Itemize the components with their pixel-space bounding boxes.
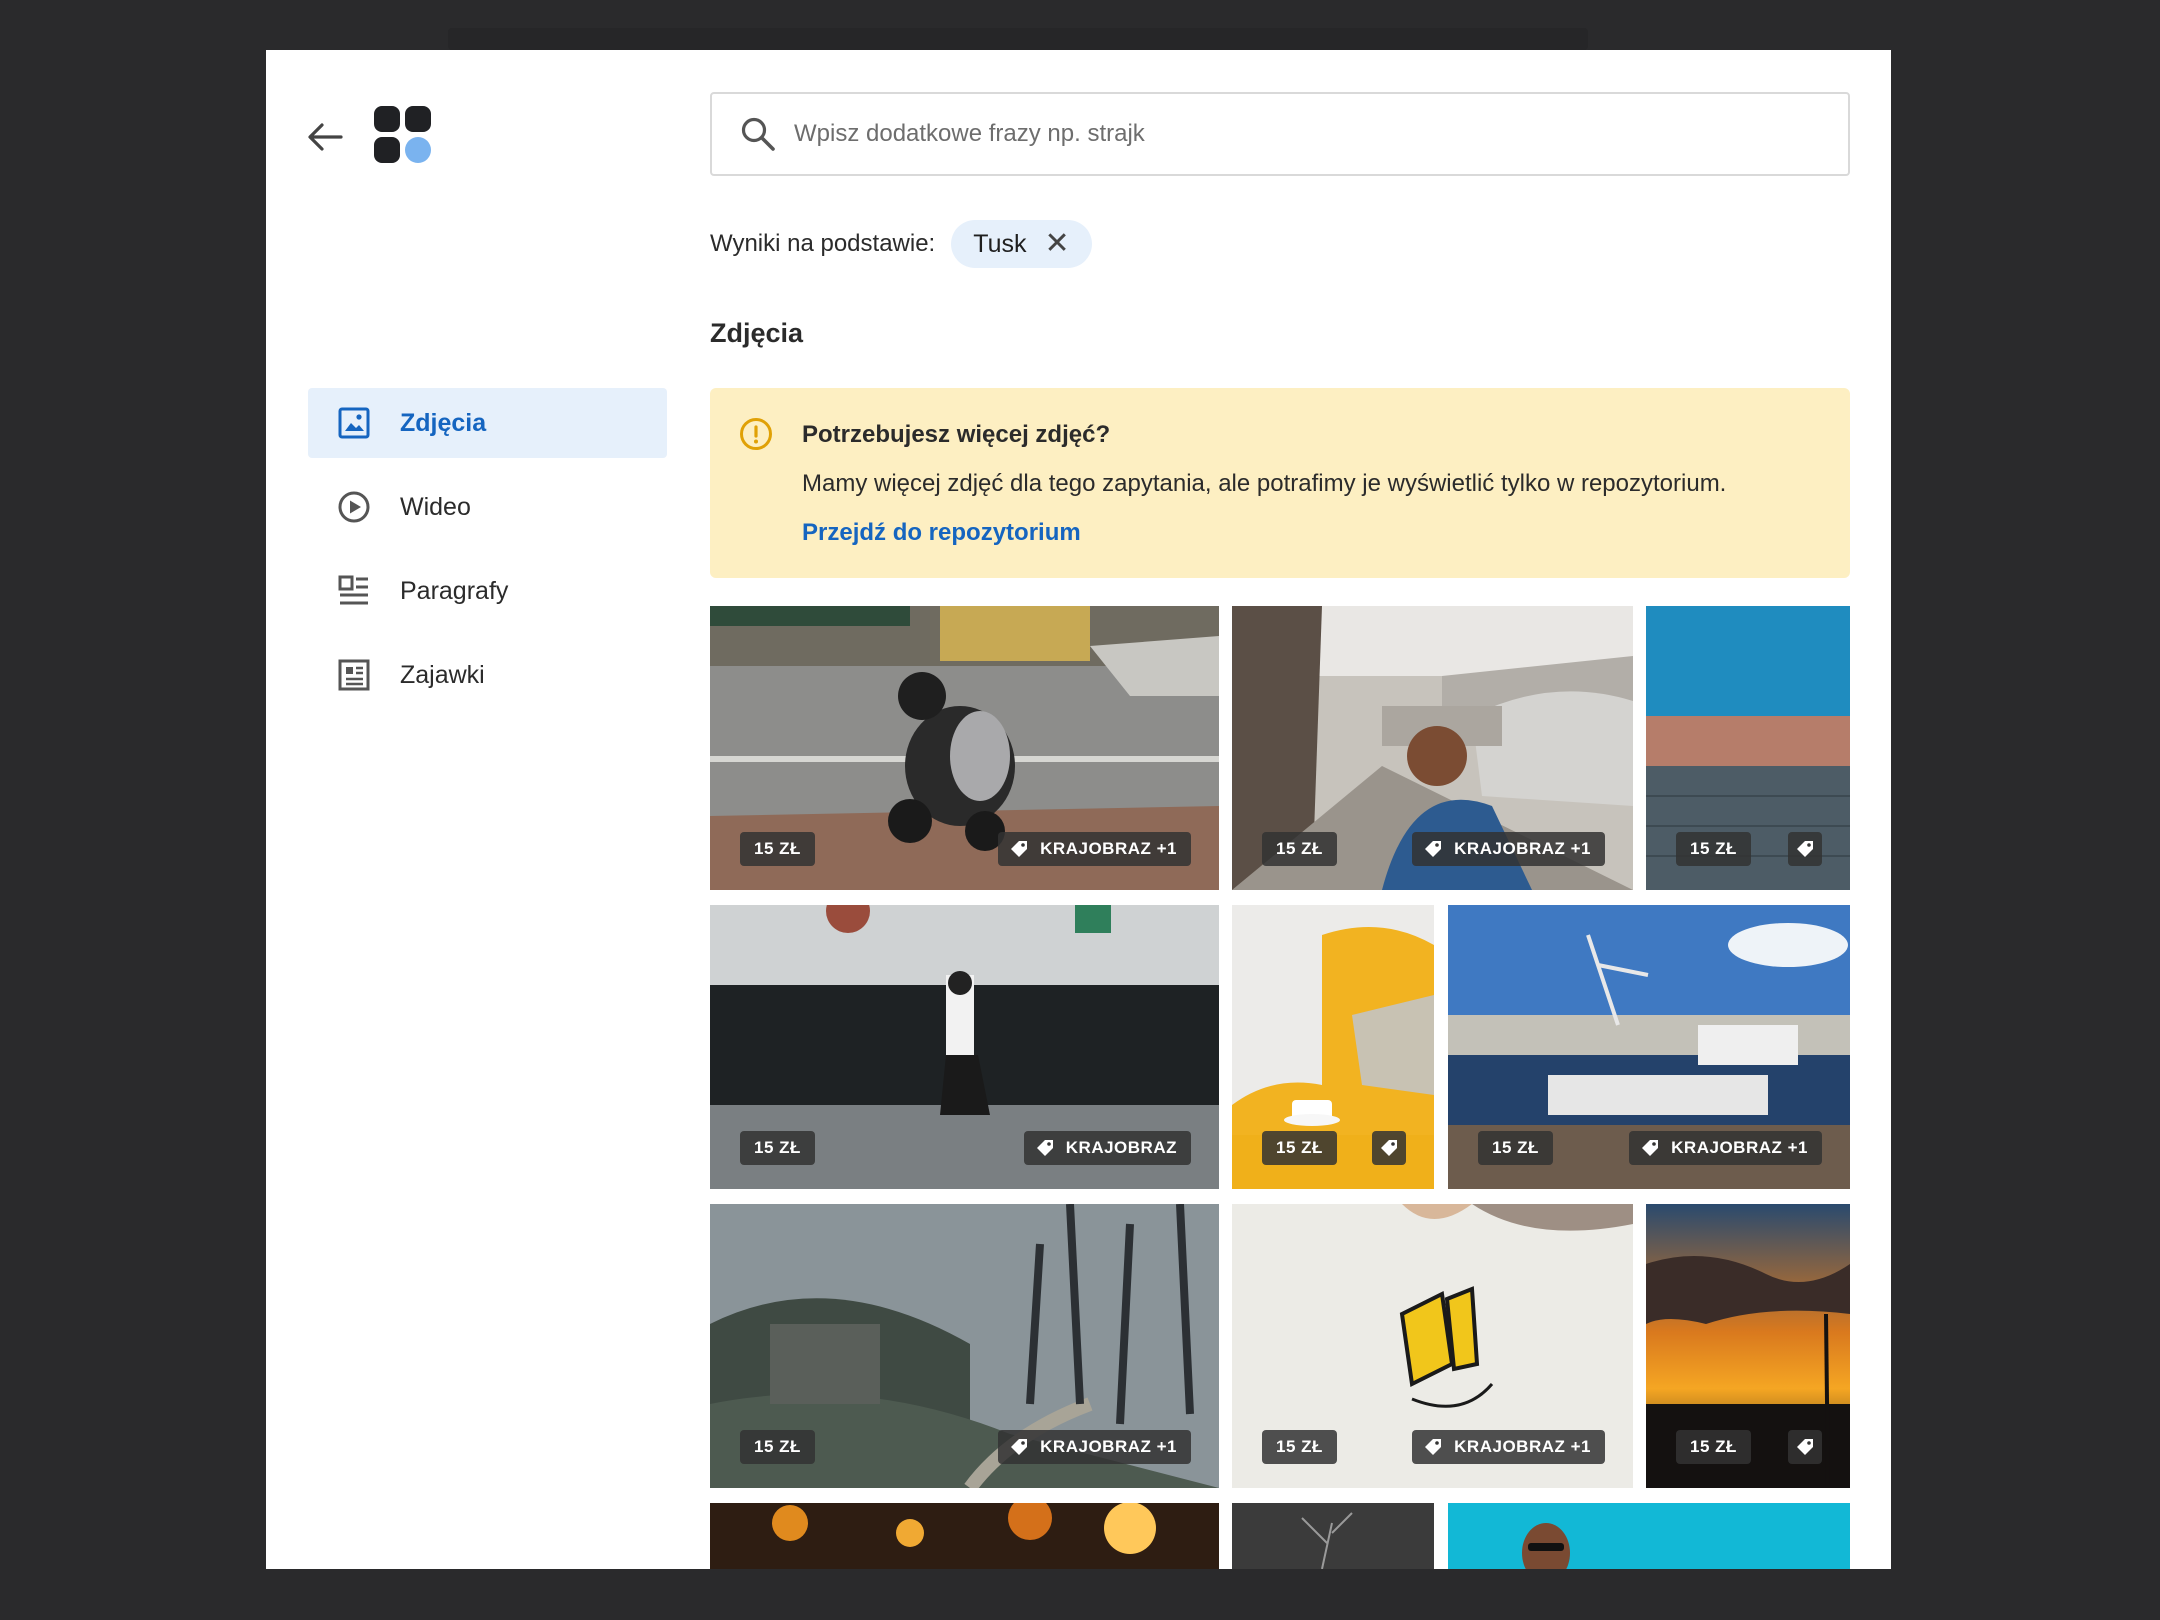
info-icon: [740, 418, 772, 450]
tag-label: KRAJOBRAZ +1: [1454, 1437, 1591, 1456]
photo-boy-street[interactable]: 15 ZŁ KRAJOBRAZ +1: [1232, 606, 1633, 890]
sidebar-item-paragrafy[interactable]: Paragrafy: [308, 556, 667, 626]
tag-icon: [1794, 838, 1816, 860]
photo-foggy-forest[interactable]: 15 ZŁ KRAJOBRAZ +1: [710, 1204, 1219, 1488]
sidebar-item-label: Wideo: [400, 492, 471, 521]
photo-yellow-chair[interactable]: 15 ZŁ: [1232, 905, 1434, 1189]
section-title: Zdjęcia: [710, 318, 804, 348]
price-badge: 15 ZŁ: [1262, 832, 1337, 866]
photo-person-blue[interactable]: [1448, 1503, 1850, 1569]
category-tag[interactable]: KRAJOBRAZ +1: [998, 1430, 1191, 1464]
close-icon[interactable]: ✕: [1044, 229, 1069, 259]
photo-dark-plant[interactable]: [1232, 1503, 1434, 1569]
category-tag[interactable]: [1788, 1430, 1822, 1464]
photo-woman-garage[interactable]: 15 ZŁ KRAJOBRAZ: [710, 905, 1219, 1189]
tag-label: KRAJOBRAZ +1: [1040, 839, 1177, 858]
tag-icon: [1422, 838, 1444, 860]
sidebar-item-label: Paragrafy: [400, 576, 509, 605]
play-circle-icon: [336, 489, 372, 525]
app-window: Wyniki na podstawie: Tusk ✕ Zdjęcia Zdję…: [266, 50, 1891, 1569]
category-tag[interactable]: [1372, 1131, 1406, 1165]
search-box[interactable]: [710, 92, 1850, 176]
tag-label: KRAJOBRAZ: [1065, 1138, 1177, 1157]
background-window-bar: [448, 28, 1588, 50]
sidebar-item-label: Zajawki: [400, 660, 485, 689]
banner-text: Mamy więcej zdjęć dla tego zapytania, al…: [802, 470, 1727, 497]
tag-icon: [1422, 1436, 1444, 1458]
category-tag[interactable]: [1788, 832, 1822, 866]
price-badge: 15 ZŁ: [1478, 1131, 1553, 1165]
tag-label: KRAJOBRAZ +1: [1671, 1138, 1808, 1157]
back-button[interactable]: [304, 116, 346, 158]
price-badge: 15 ZŁ: [740, 832, 815, 866]
search-icon: [738, 114, 778, 154]
info-banner: Potrzebujesz więcej zdjęć? Mamy więcej z…: [710, 388, 1850, 578]
tag-icon: [1378, 1137, 1400, 1159]
photo-harbor[interactable]: 15 ZŁ KRAJOBRAZ +1: [1448, 905, 1850, 1189]
banner-title: Potrzebujesz więcej zdjęć?: [802, 421, 1111, 448]
photo-image: [710, 1503, 1219, 1569]
category-tag[interactable]: KRAJOBRAZ +1: [1629, 1131, 1822, 1165]
category-tag[interactable]: KRAJOBRAZ +1: [1412, 1430, 1605, 1464]
tag-icon: [1034, 1137, 1056, 1159]
sidebar-item-label: Zdjęcia: [400, 408, 487, 437]
photo-sunset[interactable]: 15 ZŁ: [1646, 1204, 1850, 1488]
filter-chip-tusk[interactable]: Tusk ✕: [951, 220, 1092, 268]
category-tag[interactable]: KRAJOBRAZ: [1023, 1131, 1191, 1165]
photo-image: [1232, 1503, 1434, 1569]
price-badge: 15 ZŁ: [1262, 1131, 1337, 1165]
app-logo[interactable]: [374, 106, 434, 166]
tag-label: KRAJOBRAZ +1: [1040, 1437, 1177, 1456]
arrow-left-icon: [308, 123, 343, 151]
price-badge: 15 ZŁ: [1262, 1430, 1337, 1464]
photo-bokeh[interactable]: [710, 1503, 1219, 1569]
price-badge: 15 ZŁ: [1676, 1430, 1751, 1464]
sidebar-item-wideo[interactable]: Wideo: [308, 472, 667, 542]
repository-link[interactable]: Przejdź do repozytorium: [802, 519, 1081, 547]
photo-image: [1448, 1503, 1850, 1569]
tag-icon: [1639, 1137, 1661, 1159]
filter-chip-label: Tusk: [973, 229, 1027, 258]
sidebar-nav: Zdjęcia Wideo Paragrafy Zajawki: [308, 388, 667, 724]
paragraphs-icon: [336, 573, 372, 609]
search-input[interactable]: [794, 120, 1848, 148]
results-label: Wyniki na podstawie:: [710, 230, 936, 257]
image-icon: [336, 405, 372, 441]
results-filter: Wyniki na podstawie: Tusk ✕: [710, 220, 1092, 268]
tag-icon: [1794, 1436, 1816, 1458]
photo-wall-sky[interactable]: 15 ZŁ: [1646, 606, 1850, 890]
price-badge: 15 ZŁ: [1676, 832, 1751, 866]
tag-icon: [1008, 1436, 1030, 1458]
price-badge: 15 ZŁ: [740, 1131, 815, 1165]
sidebar-item-zajawki[interactable]: Zajawki: [308, 640, 667, 710]
price-badge: 15 ZŁ: [740, 1430, 815, 1464]
tag-icon: [1008, 838, 1030, 860]
photo-tshirt[interactable]: 15 ZŁ KRAJOBRAZ +1: [1232, 1204, 1633, 1488]
photo-scooter[interactable]: 15 ZŁ KRAJOBRAZ +1: [710, 606, 1219, 890]
sidebar-item-zdjecia[interactable]: Zdjęcia: [308, 388, 667, 458]
tag-label: KRAJOBRAZ +1: [1454, 839, 1591, 858]
category-tag[interactable]: KRAJOBRAZ +1: [998, 832, 1191, 866]
category-tag[interactable]: KRAJOBRAZ +1: [1412, 832, 1605, 866]
teaser-icon: [336, 657, 372, 693]
